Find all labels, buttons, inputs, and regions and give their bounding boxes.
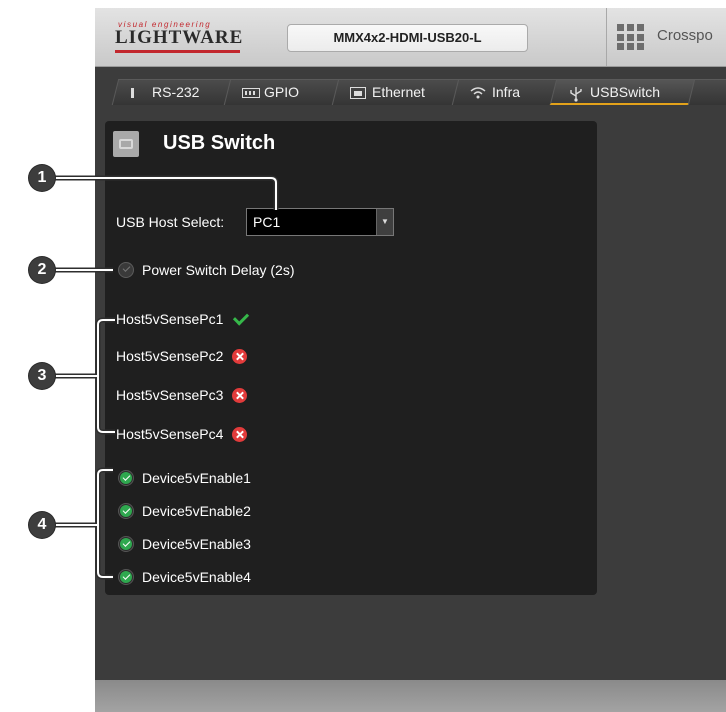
power-switch-delay-row[interactable]: Power Switch Delay (2s) (118, 262, 295, 278)
device-enable-row[interactable]: Device5vEnable2 (118, 503, 251, 519)
tab-label: Infra (492, 84, 521, 100)
device-enable-checkbox[interactable] (118, 503, 134, 519)
usb-icon (568, 86, 584, 102)
tab-gpio[interactable]: GPIO (223, 79, 341, 105)
usb-switch-panel: USB Switch USB Host Select: PC1 ▼ Power … (105, 121, 597, 595)
crosspoint-grid-icon[interactable] (617, 24, 645, 50)
serial-port-icon (130, 86, 146, 98)
device-enable-label: Device5vEnable4 (142, 569, 251, 585)
app-window: visual engineering LIGHTWARE MMX4x2-HDMI… (95, 8, 726, 712)
device-enable-checkbox[interactable] (118, 536, 134, 552)
tab-label: GPIO (264, 84, 300, 100)
device-enable-label: Device5vEnable1 (142, 470, 251, 486)
power-switch-delay-label: Power Switch Delay (2s) (142, 262, 295, 278)
tab-label: RS-232 (152, 84, 200, 100)
host-sense-row: Host5vSensePc3 (116, 387, 248, 403)
logo-wordmark: LIGHTWARE (115, 27, 244, 48)
chevron-down-icon[interactable]: ▼ (376, 209, 393, 235)
header-divider (606, 8, 607, 66)
gpio-connector-icon (242, 86, 260, 98)
callout-badge: 3 (29, 363, 55, 389)
host-sense-row: Host5vSensePc4 (116, 426, 248, 442)
device-enable-label: Device5vEnable3 (142, 536, 251, 552)
callout-badge: 4 (29, 512, 55, 538)
error-x-icon (232, 348, 248, 364)
tab-usbswitch[interactable]: USBSwitch (549, 79, 697, 105)
device-enable-checkbox[interactable] (118, 470, 134, 486)
footer-bar (95, 680, 726, 712)
error-x-icon (232, 387, 248, 403)
tab-bar: RS-232 GPIO Ethernet Infra USBSwitch (95, 67, 726, 117)
panel-title: USB Switch (163, 132, 276, 154)
host-sense-label: Host5vSensePc4 (116, 426, 224, 442)
host-sense-label: Host5vSensePc3 (116, 387, 224, 403)
callout-badge: 2 (29, 257, 55, 283)
ethernet-icon (350, 86, 366, 99)
usb-port-icon (113, 131, 139, 157)
tab-label: USBSwitch (590, 84, 661, 100)
usb-host-select[interactable]: PC1 ▼ (246, 208, 394, 236)
tab-next-partial[interactable] (687, 79, 726, 105)
logo-underline (115, 50, 240, 53)
power-switch-delay-checkbox[interactable] (118, 262, 134, 278)
crosspoint-menu-label[interactable]: Crosspo (657, 27, 713, 44)
callout-badge: 1 (29, 165, 55, 191)
check-ok-icon (232, 312, 248, 326)
usb-host-select-value: PC1 (253, 214, 281, 230)
error-x-icon (232, 426, 248, 442)
device-enable-row[interactable]: Device5vEnable4 (118, 569, 251, 585)
device-enable-checkbox[interactable] (118, 569, 134, 585)
header-bar: visual engineering LIGHTWARE MMX4x2-HDMI… (95, 8, 726, 67)
device-enable-label: Device5vEnable2 (142, 503, 251, 519)
lightware-logo: visual engineering LIGHTWARE (115, 21, 245, 53)
device-enable-row[interactable]: Device5vEnable1 (118, 470, 251, 486)
tab-ethernet[interactable]: Ethernet (331, 79, 461, 105)
tab-label: Ethernet (372, 84, 425, 100)
host-sense-row: Host5vSensePc1 (116, 311, 248, 327)
device-name-field[interactable]: MMX4x2-HDMI-USB20-L (287, 24, 528, 52)
host-sense-row: Host5vSensePc2 (116, 348, 248, 364)
host-sense-label: Host5vSensePc2 (116, 348, 224, 364)
tab-infra[interactable]: Infra (451, 79, 559, 105)
usb-host-select-label: USB Host Select: (116, 214, 225, 230)
device-enable-row[interactable]: Device5vEnable3 (118, 536, 251, 552)
tab-rs232[interactable]: RS-232 (111, 79, 233, 105)
host-sense-label: Host5vSensePc1 (116, 311, 224, 327)
wifi-signal-icon (470, 86, 486, 99)
